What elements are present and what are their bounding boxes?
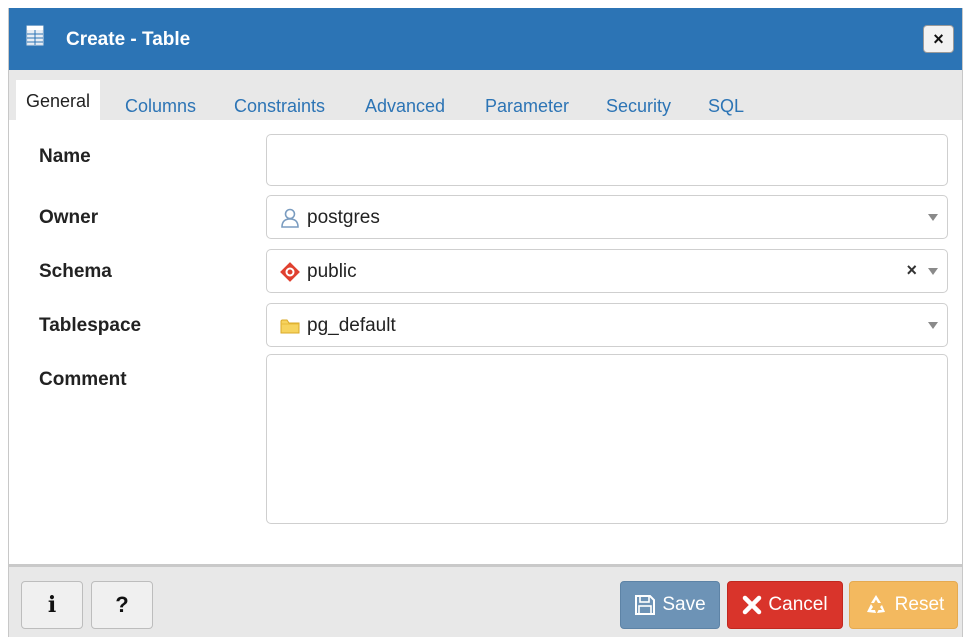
floppy-icon [635,595,656,615]
comment-label: Comment [39,369,127,390]
chevron-down-icon[interactable] [928,214,938,221]
dialog-titlebar: Create - Table × [9,8,962,70]
tablespace-value: pg_default [307,315,396,336]
tab-sql[interactable]: SQL [708,84,744,120]
save-label: Save [662,594,706,615]
schema-icon [280,262,300,282]
help-button[interactable]: ? [91,581,153,629]
tablespace-label: Tablespace [39,315,142,336]
clear-icon[interactable]: × [906,260,917,281]
tab-columns[interactable]: Columns [125,84,196,120]
tab-parameter[interactable]: Parameter [485,84,569,120]
owner-label: Owner [39,207,99,228]
create-table-dialog: Create - Table × General Columns Constra… [8,8,963,637]
chevron-down-icon[interactable] [928,322,938,329]
info-button[interactable]: i [21,581,83,629]
folder-icon [280,319,300,334]
reset-label: Reset [894,594,945,615]
dialog-title: Create - Table [66,29,191,50]
save-button[interactable]: Save [620,581,720,629]
tab-advanced[interactable]: Advanced [365,84,445,120]
tablespace-select[interactable]: pg_default [266,303,948,347]
name-label: Name [39,146,91,167]
recycle-icon [866,595,885,613]
cancel-button[interactable]: Cancel [727,581,843,629]
tab-constraints[interactable]: Constraints [234,84,325,120]
schema-value: public [307,261,357,282]
tab-general[interactable]: General [16,80,101,120]
name-input[interactable] [266,134,948,186]
table-icon [26,25,44,46]
close-button[interactable]: × [923,25,954,53]
chevron-down-icon[interactable] [928,268,938,275]
reset-button[interactable]: Reset [849,581,958,629]
tab-security[interactable]: Security [606,84,671,120]
dialog-footer: i ? Save Cancel Reset [9,564,962,637]
tab-bar: General Columns Constraints Advanced Par… [9,70,962,120]
user-icon [281,208,299,228]
schema-select[interactable]: public × [266,249,948,293]
comment-textarea[interactable] [266,354,948,524]
close-icon [743,595,762,615]
owner-value: postgres [307,207,380,228]
owner-select[interactable]: postgres [266,195,948,239]
schema-label: Schema [39,261,112,282]
cancel-label: Cancel [768,594,828,615]
